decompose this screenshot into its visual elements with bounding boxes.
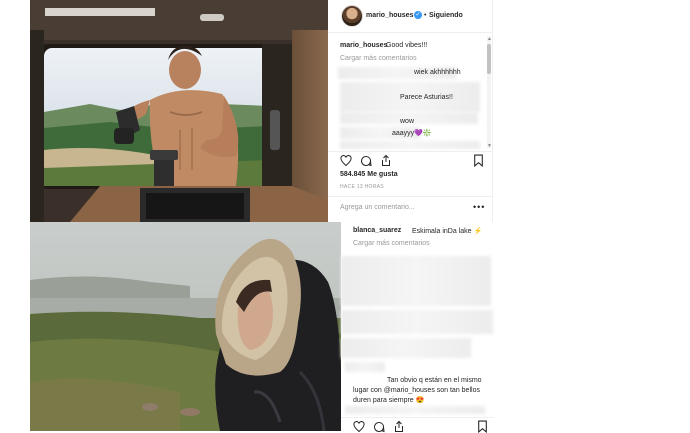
caption-text: Eskimala inDa lake ⚡: [412, 228, 483, 235]
following-button[interactable]: Siguiendo: [429, 12, 463, 19]
comment-text: Parece Asturias!!: [400, 94, 453, 101]
comment-text: aaayyy💜❇️: [392, 130, 432, 137]
scroll-up-arrow-icon[interactable]: ▲: [487, 36, 492, 42]
scroll-down-arrow-icon[interactable]: ▼: [487, 143, 492, 149]
post-timestamp: HACE 13 HORAS: [340, 184, 384, 190]
comment-text: wiek akhhhhhh: [414, 69, 461, 76]
redacted-comments: [341, 256, 491, 306]
add-comment-input[interactable]: Agrega un comentario...: [340, 204, 415, 211]
post1-comments-panel: mario_houses ✓ • Siguiendo mario_houses …: [328, 0, 493, 222]
divider: [328, 151, 492, 152]
comment-icon[interactable]: [373, 421, 385, 433]
scrollbar-thumb[interactable]: [487, 44, 491, 74]
comment-line: lugar con @mario_houses son tan bellos: [353, 387, 480, 394]
caption-text: Good vibes!!!: [386, 42, 428, 49]
redacted-comments: [341, 310, 493, 334]
share-icon[interactable]: [393, 420, 405, 433]
caption-username[interactable]: mario_houses: [340, 42, 387, 49]
post1-header-username[interactable]: mario_houses: [366, 12, 413, 19]
post2-photo: [30, 222, 341, 431]
caption-username[interactable]: blanca_suarez: [353, 227, 401, 234]
van-scene-illustration: [30, 0, 328, 222]
divider: [341, 417, 494, 418]
redacted-comment-user: [345, 362, 385, 372]
post2-comments-panel: blanca_suarez Eskimala inDa lake ⚡ Carga…: [341, 222, 494, 433]
heart-icon[interactable]: [353, 421, 365, 433]
bookmark-icon[interactable]: [473, 154, 484, 167]
comment-icon[interactable]: [360, 155, 372, 167]
avatar[interactable]: [341, 5, 363, 27]
load-more-comments-button[interactable]: Cargar más comentarios: [340, 55, 417, 62]
comment-text: Tan obvio q están en el mismo lugar con …: [353, 376, 493, 406]
redacted-comments: [341, 338, 471, 358]
header-separator: •: [424, 12, 427, 19]
load-more-comments-button[interactable]: Cargar más comentarios: [353, 240, 430, 247]
verified-badge-icon: ✓: [414, 11, 422, 19]
share-icon[interactable]: [380, 154, 392, 167]
redacted-comment-user: [340, 141, 480, 149]
post1-photo: [30, 0, 328, 222]
comment-line: duren para siempre 😍: [353, 397, 425, 404]
lake-scene-illustration: [30, 222, 341, 431]
post1-header: mario_houses ✓ • Siguiendo: [328, 0, 492, 33]
likes-count[interactable]: 584.845 Me gusta: [340, 171, 398, 178]
heart-icon[interactable]: [340, 155, 352, 167]
comment-text: wow: [400, 118, 415, 125]
comment-line: Tan obvio q están en el mismo: [387, 377, 482, 384]
redacted-comments: [345, 406, 485, 414]
more-options-icon[interactable]: •••: [473, 202, 485, 212]
divider: [328, 196, 492, 197]
bookmark-icon[interactable]: [477, 420, 488, 433]
